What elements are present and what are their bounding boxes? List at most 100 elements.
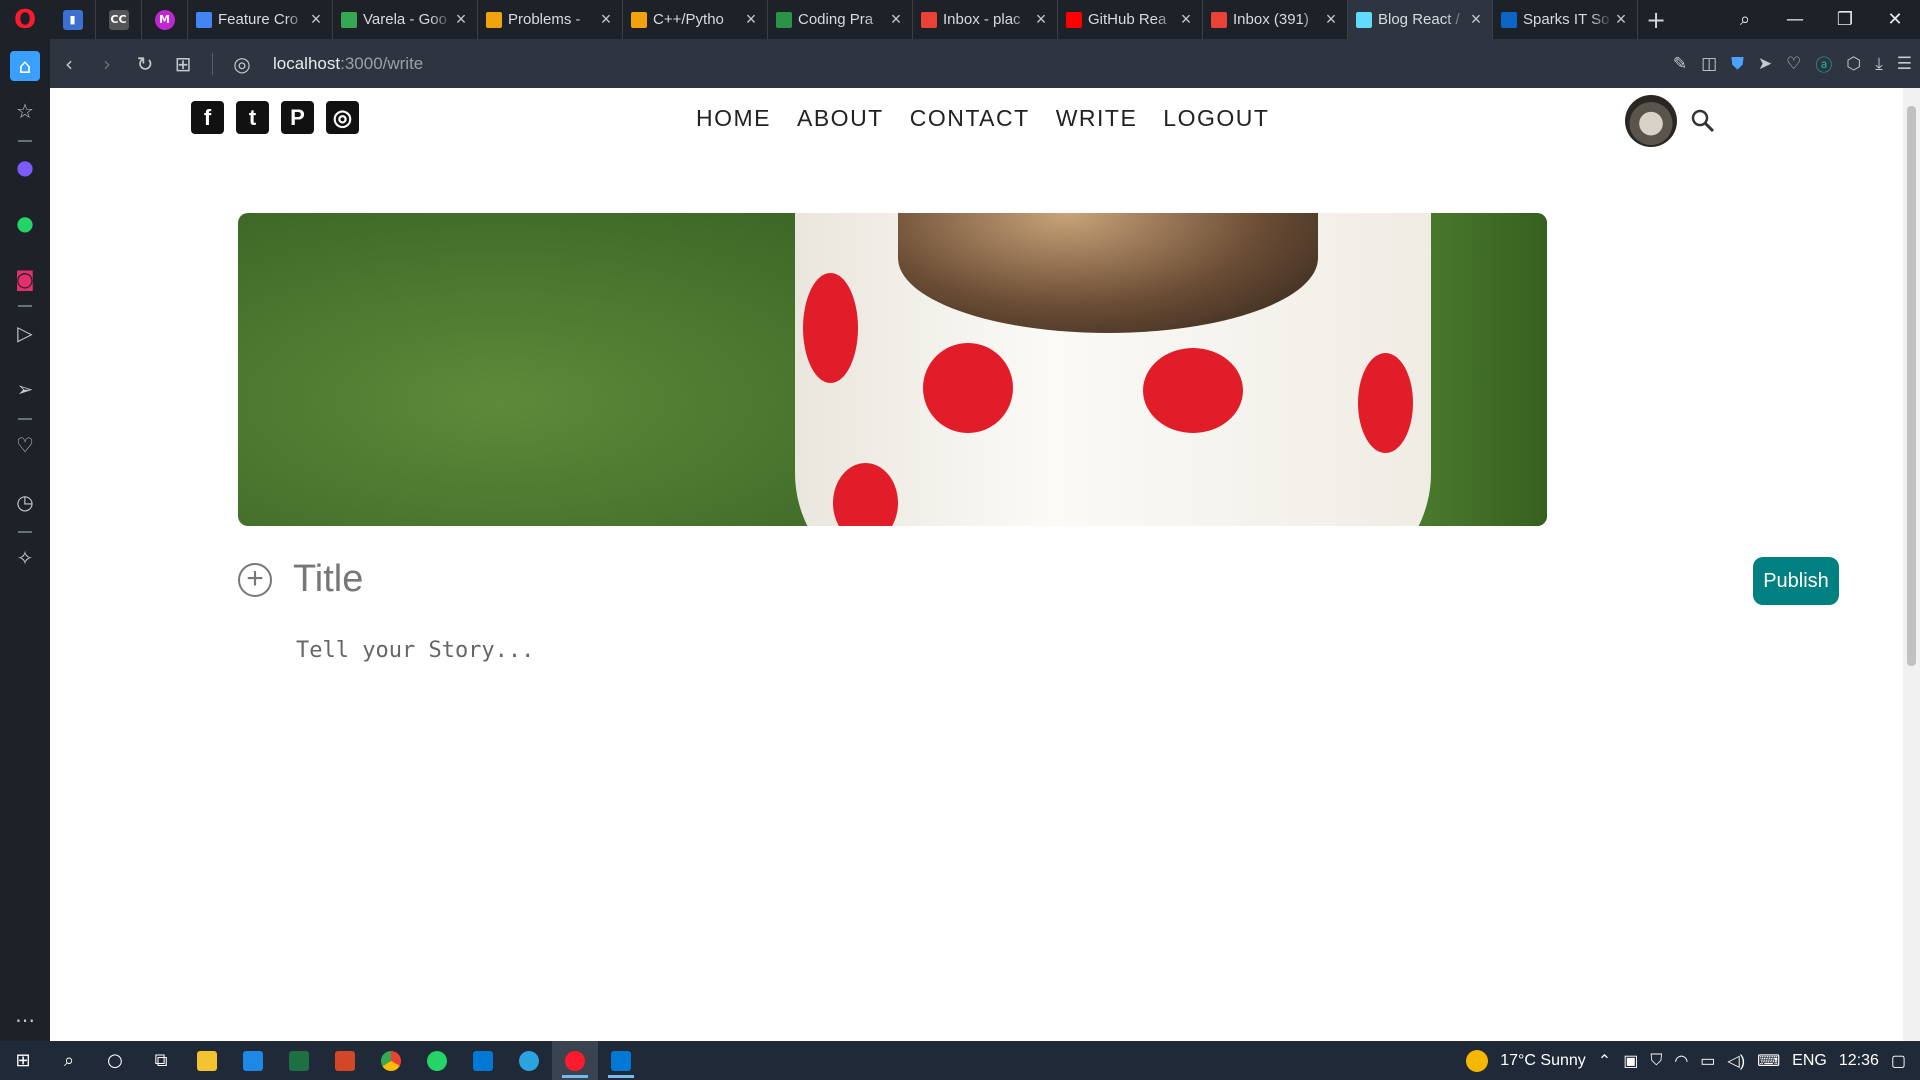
volume-icon[interactable]: ◁) [1727,1051,1745,1071]
browser-tab[interactable]: Inbox - plac × [913,0,1058,39]
battery-icon[interactable]: ▭ [1700,1051,1715,1071]
search-icon[interactable]: ⌕ [46,1041,92,1080]
weather-text[interactable]: 17°C Sunny [1500,1052,1586,1070]
tab-close-icon[interactable]: × [308,9,324,30]
pinned-tab-m[interactable]: M [142,0,188,39]
browser-tab[interactable]: Inbox (391) × [1203,0,1348,39]
file-explorer-icon[interactable] [184,1041,230,1080]
browser-tab[interactable]: Varela - Goo × [333,0,478,39]
story-textarea[interactable] [296,638,1596,888]
tab-close-icon[interactable]: × [1468,9,1484,30]
browser-tab[interactable]: C++/Pytho × [623,0,768,39]
reload-button[interactable]: ↻ [126,52,164,76]
vscode-icon[interactable] [460,1041,506,1080]
avatar[interactable] [1625,95,1677,147]
whatsapp-icon[interactable] [414,1041,460,1080]
browser-tab[interactable]: Blog React / × [1348,0,1493,39]
meet-icon[interactable]: ▣ [1623,1051,1638,1071]
clock[interactable]: 12:36 [1839,1052,1879,1070]
history-icon[interactable]: ◷ [10,487,40,517]
tab-title: Blog React / [1378,11,1460,28]
tab-close-icon[interactable]: × [1323,9,1339,30]
new-tab-button[interactable]: + [1638,6,1674,34]
messenger-icon[interactable]: ● [10,152,40,182]
menu-about[interactable]: ABOUT [797,105,884,132]
excel-icon[interactable] [276,1041,322,1080]
url-field[interactable]: localhost:3000/write [273,54,423,74]
twitter-icon[interactable]: t [236,101,269,134]
home-icon[interactable]: ⌂ [10,51,40,81]
player-icon[interactable]: ▷ [10,318,40,348]
send-icon[interactable]: ➢ [10,374,40,404]
browser-tab[interactable]: Coding Pra × [768,0,913,39]
tab-close-icon[interactable]: × [888,9,904,30]
post-header-image [238,213,1547,526]
cortana-icon[interactable]: ○ [92,1041,138,1080]
keyboard-icon[interactable]: ⌨ [1757,1051,1780,1071]
menu-contact[interactable]: CONTACT [910,105,1030,132]
tab-close-icon[interactable]: × [1613,9,1629,30]
instagram-icon[interactable]: ◎ [326,101,359,134]
search-icon[interactable] [1690,108,1716,134]
vpn-shield-icon[interactable]: ⛊ [1731,54,1744,74]
send-icon[interactable]: ➤ [1758,54,1772,74]
opera-taskbar-icon[interactable] [552,1041,598,1080]
publish-button[interactable]: Publish [1753,557,1839,605]
camera-icon[interactable]: ◫ [1701,54,1717,74]
snapshot-edit-icon[interactable]: ✎ [1673,54,1687,74]
pinned-tab-cc[interactable]: CC [96,0,142,39]
windows-start-icon[interactable]: ⊞ [0,1041,46,1080]
tab-close-icon[interactable]: × [1033,9,1049,30]
minimize-button[interactable]: — [1770,9,1820,30]
add-image-button[interactable]: + [238,563,272,597]
tab-close-icon[interactable]: × [743,9,759,30]
chrome-icon[interactable] [368,1041,414,1080]
notifications-icon[interactable]: ▢ [1891,1051,1906,1071]
telegram-icon[interactable] [506,1041,552,1080]
browser-tab[interactable]: Problems - × [478,0,623,39]
speed-dial-icon[interactable]: ⊞ [164,52,202,76]
title-input[interactable] [293,550,1193,608]
task-view-icon[interactable]: ⧉ [138,1041,184,1080]
shield-icon[interactable]: ⛉ [1650,1052,1662,1070]
opera-logo-icon[interactable]: O [0,0,50,39]
windows-taskbar: ⊞ ⌕ ○ ⧉ 17°C Sunny ⌃ ▣ ⛉ ◠ ▭ ◁) ⌨ ENG 12… [0,1041,1920,1080]
tab-close-icon[interactable]: × [453,9,469,30]
forward-button[interactable]: › [88,52,126,76]
menu-home[interactable]: HOME [696,105,771,132]
vscode-taskbar-icon[interactable] [598,1041,644,1080]
pinterest-icon[interactable]: P [281,101,314,134]
scrollbar-thumb[interactable] [1907,106,1916,666]
lightbulb-icon[interactable]: ✧ [10,543,40,573]
browser-tab[interactable]: Feature Cro × [188,0,333,39]
aria-icon[interactable]: ⓐ [1815,51,1832,76]
menu-write[interactable]: WRITE [1056,105,1138,132]
language-indicator[interactable]: ENG [1792,1052,1827,1070]
page-scrollbar[interactable] [1903,88,1920,1041]
facebook-icon[interactable]: f [191,101,224,134]
whatsapp-icon[interactable]: ● [10,208,40,238]
wifi-icon[interactable]: ◠ [1674,1051,1688,1071]
heart-icon[interactable]: ♡ [10,430,40,460]
browser-tab[interactable]: GitHub Rea × [1058,0,1203,39]
menu-icon[interactable]: ☰ [1897,54,1912,74]
star-icon[interactable]: ☆ [10,96,40,126]
weather-sun-icon[interactable] [1466,1049,1489,1072]
powerpoint-icon[interactable] [322,1041,368,1080]
cube-icon[interactable]: ⬡ [1846,54,1861,74]
download-icon[interactable]: ⤓ [1875,54,1883,74]
tab-search-icon[interactable]: ⌕ [1720,9,1770,30]
mail-icon[interactable] [230,1041,276,1080]
tab-close-icon[interactable]: × [1178,9,1194,30]
restore-button[interactable]: ❐ [1820,9,1870,30]
menu-logout[interactable]: LOGOUT [1163,105,1269,132]
close-window-button[interactable]: ✕ [1870,9,1920,30]
heart-icon[interactable]: ♡ [1786,54,1801,74]
browser-tab[interactable]: Sparks IT So × [1493,0,1638,39]
chevron-up-icon[interactable]: ⌃ [1598,1051,1611,1071]
instagram-icon[interactable]: ◙ [10,264,40,294]
back-button[interactable]: ‹ [50,52,88,76]
pinned-tab-stats[interactable]: ▮ [50,0,96,39]
tab-close-icon[interactable]: × [598,9,614,30]
more-icon[interactable]: ⋯ [10,1005,40,1035]
